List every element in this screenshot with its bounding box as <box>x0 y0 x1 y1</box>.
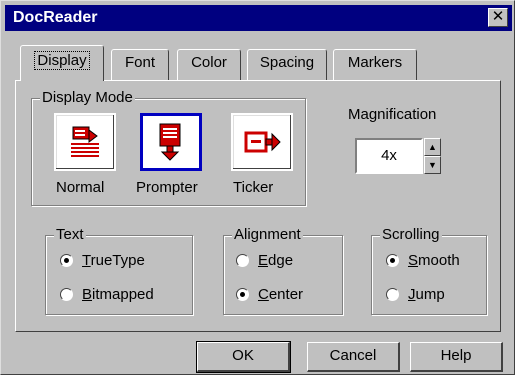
radio-accel: C <box>258 286 269 303</box>
tab-label: Font <box>124 54 155 71</box>
radio-center[interactable]: Center <box>236 286 303 304</box>
display-mode-group: Display Mode Normal Prompter Ticker <box>31 89 306 206</box>
group-label: Alignment <box>232 226 303 244</box>
radio-label-rest: enter <box>268 286 304 303</box>
mode-label-prompter: Prompter <box>136 179 198 196</box>
spin-down-button[interactable]: ▼ <box>424 156 441 174</box>
tab-label: Display <box>34 51 90 70</box>
group-label: Display Mode <box>40 89 135 107</box>
normal-mode-button[interactable] <box>54 113 116 171</box>
radio-selected-indicator <box>386 254 399 267</box>
tab-label: Spacing <box>259 54 315 71</box>
mode-label-ticker: Ticker <box>233 179 274 196</box>
radio-accel: J <box>408 286 416 303</box>
prompter-mode-button[interactable] <box>140 113 202 171</box>
radio-label-rest: dge <box>268 252 294 269</box>
tab-color[interactable]: Color <box>177 49 241 81</box>
radio-edge[interactable]: Edge <box>236 252 293 270</box>
prompter-mode-icon <box>159 123 181 161</box>
ticker-mode-button[interactable] <box>231 113 293 171</box>
scrolling-group: Scrolling Smooth Jump <box>371 226 487 315</box>
dialog-window: DocReader ✕ Display Font Color Spacing M… <box>0 0 515 375</box>
spin-up-button[interactable]: ▲ <box>424 138 441 156</box>
radio-selected-indicator <box>60 254 73 267</box>
radio-bitmapped[interactable]: Bitmapped <box>60 286 154 304</box>
radio-selected-indicator <box>236 288 249 301</box>
group-label: Text <box>54 226 86 244</box>
text-group: Text TrueType Bitmapped <box>45 226 193 315</box>
radio-label-rest: rueType <box>90 252 145 269</box>
help-button[interactable]: Help <box>410 342 503 372</box>
radio-jump[interactable]: Jump <box>386 286 445 304</box>
window-title: DocReader <box>13 9 98 26</box>
radio-smooth[interactable]: Smooth <box>386 252 460 270</box>
radio-unselected-indicator <box>386 288 399 301</box>
tab-font[interactable]: Font <box>111 49 169 81</box>
mode-label-normal: Normal <box>56 179 105 196</box>
radio-accel: E <box>258 252 269 269</box>
magnification-spinner: 4x ▲ ▼ <box>355 138 441 174</box>
up-arrow-icon: ▲ <box>428 142 437 152</box>
alignment-group: Alignment Edge Center <box>223 226 343 315</box>
magnification-value[interactable]: 4x <box>355 138 423 174</box>
radio-label-rest: ump <box>415 286 445 303</box>
ok-button[interactable]: OK <box>196 341 291 373</box>
group-label: Scrolling <box>380 226 442 244</box>
radio-truetype[interactable]: TrueType <box>60 252 145 270</box>
close-icon: ✕ <box>491 8 505 25</box>
title-bar[interactable]: DocReader ✕ <box>5 5 512 31</box>
cancel-button[interactable]: Cancel <box>307 342 400 372</box>
radio-label-rest: mooth <box>418 252 460 269</box>
tab-label: Color <box>191 54 227 71</box>
magnification-label: Magnification <box>348 106 437 123</box>
radio-accel: S <box>408 252 419 269</box>
radio-unselected-indicator <box>236 254 249 267</box>
tab-markers[interactable]: Markers <box>333 49 417 81</box>
tab-display[interactable]: Display <box>20 45 104 81</box>
radio-accel: B <box>82 286 93 303</box>
down-arrow-icon: ▼ <box>428 160 437 170</box>
ticker-mode-icon <box>244 131 281 153</box>
radio-label-rest: itmapped <box>92 286 154 303</box>
radio-accel: T <box>82 252 91 269</box>
radio-unselected-indicator <box>60 288 73 301</box>
tab-label: Markers <box>347 54 403 71</box>
close-button[interactable]: ✕ <box>488 8 508 27</box>
normal-mode-icon <box>71 126 99 157</box>
tab-spacing[interactable]: Spacing <box>247 49 327 81</box>
